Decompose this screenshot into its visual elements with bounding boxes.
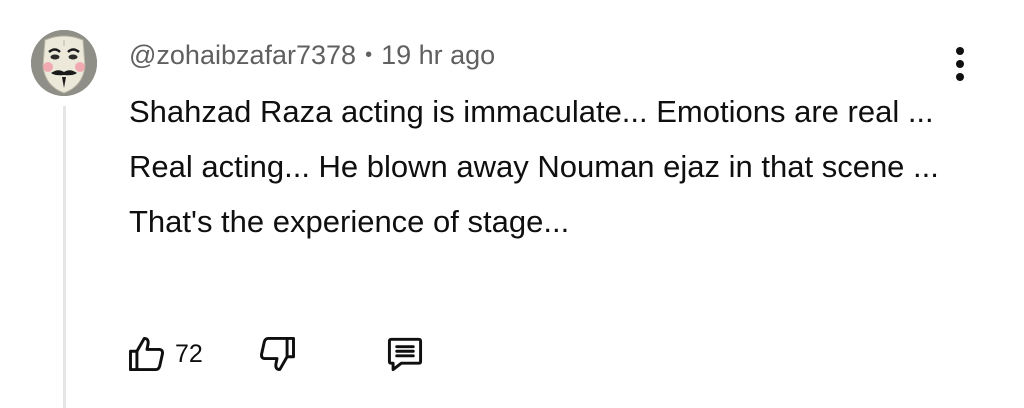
thumbs-up-icon xyxy=(129,336,164,372)
more-vert-icon-dot xyxy=(956,73,964,81)
more-options-button[interactable] xyxy=(944,40,976,88)
dislike-button[interactable] xyxy=(255,330,299,378)
timestamp[interactable]: 19 hr ago xyxy=(381,40,495,71)
more-vert-icon-dot xyxy=(956,47,964,55)
separator-dot: • xyxy=(365,43,373,66)
comment-text: Shahzad Raza acting is immaculate... Emo… xyxy=(129,94,939,239)
avatar[interactable] xyxy=(31,30,97,96)
reply-button[interactable] xyxy=(383,330,427,378)
like-button[interactable]: 72 xyxy=(125,330,203,378)
author-handle[interactable]: @zohaibzafar7378 xyxy=(129,40,356,71)
comment-header: @zohaibzafar7378 • 19 hr ago xyxy=(129,38,495,72)
thread-line xyxy=(63,106,66,408)
comment-reply-icon xyxy=(387,337,422,372)
comment-actions: 72 xyxy=(125,330,427,378)
mask-avatar-icon xyxy=(31,30,97,96)
like-count: 72 xyxy=(175,339,203,368)
thumbs-down-icon xyxy=(259,336,295,372)
more-vert-icon-dot xyxy=(956,60,964,68)
